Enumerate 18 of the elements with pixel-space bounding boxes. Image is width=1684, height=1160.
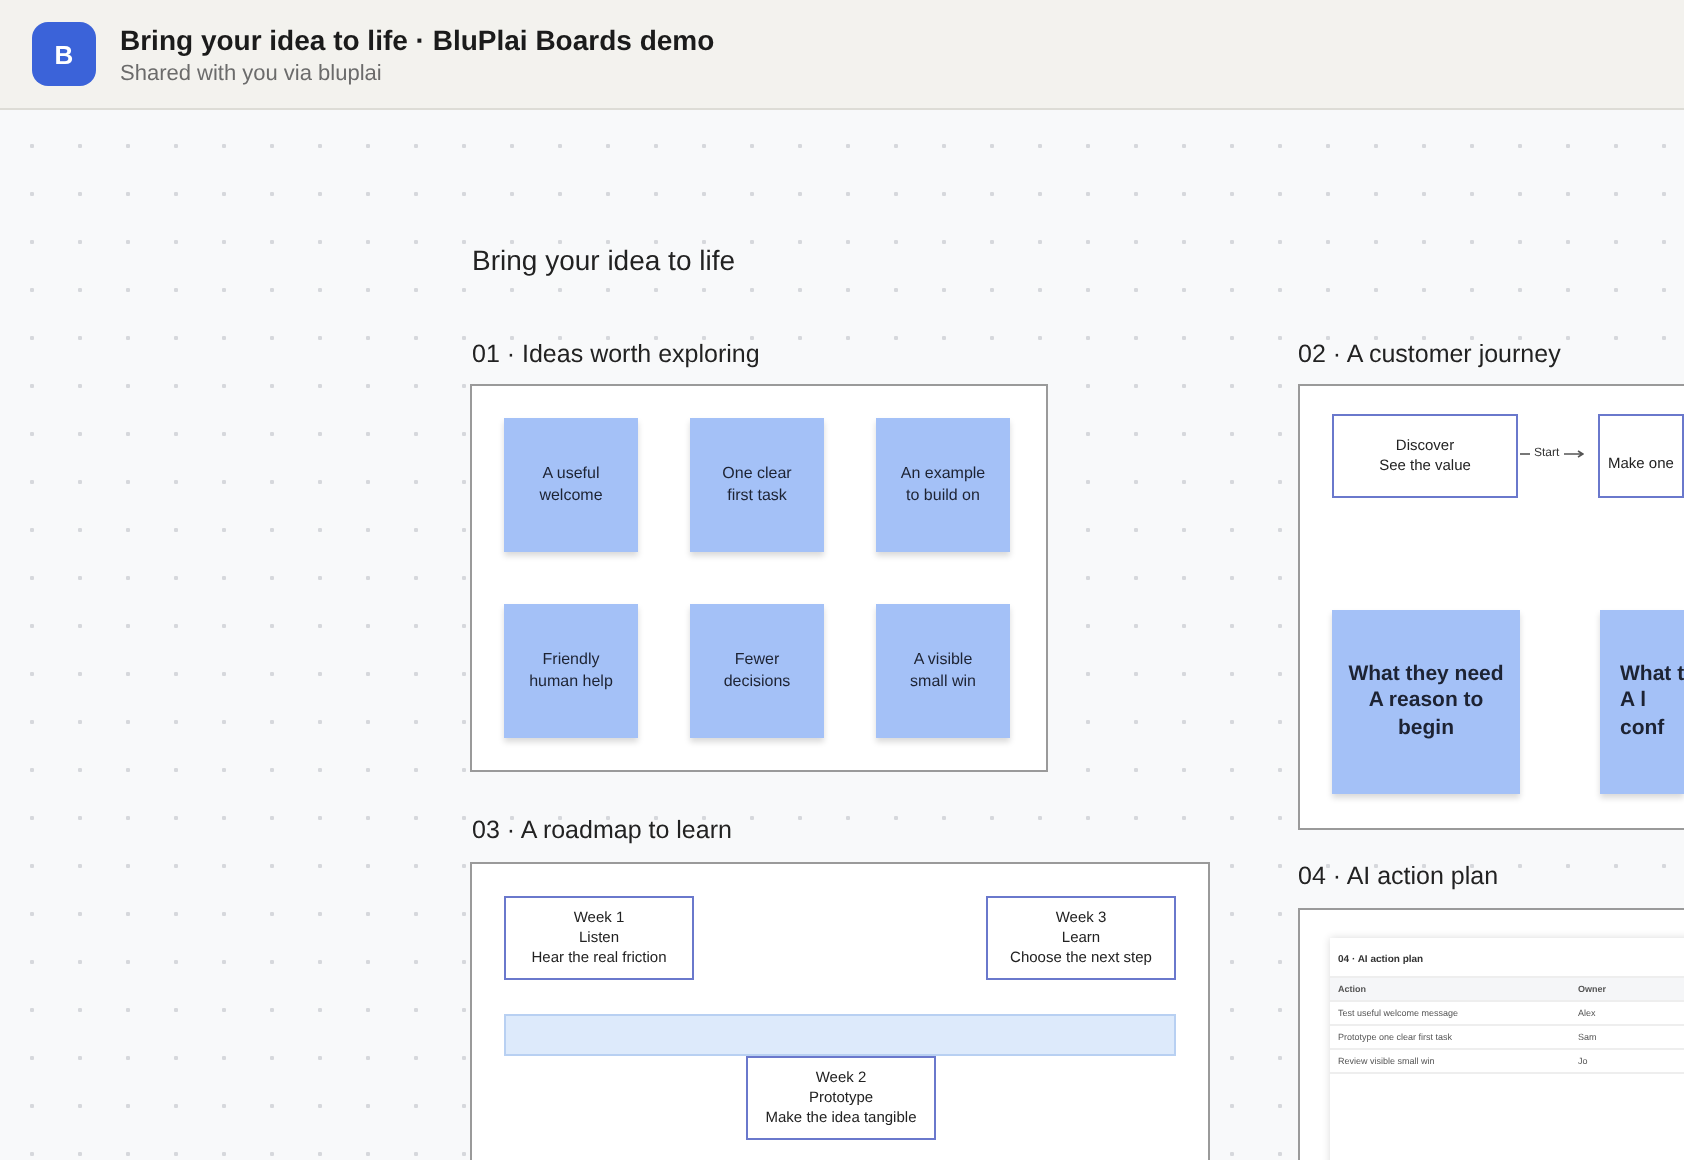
frame-title: 01 · Ideas worth exploring xyxy=(472,340,760,368)
sticky-note[interactable]: Friendly human help xyxy=(504,604,638,738)
sticky-note[interactable]: Fewer decisions xyxy=(690,604,824,738)
sticky-note[interactable]: What t A l conf xyxy=(1600,610,1684,794)
board-logo: B xyxy=(32,22,96,86)
frame-title: 04 · AI action plan xyxy=(1298,862,1499,890)
share-note: Shared with you via bluplai xyxy=(120,61,384,85)
arrow-icon xyxy=(1563,450,1584,458)
sticky-note[interactable]: What they need A reason to begin xyxy=(1332,610,1520,794)
sticky-note[interactable]: A visible small win xyxy=(876,604,1010,738)
sticky-note[interactable]: An example to build on xyxy=(876,418,1010,552)
board-title: Bring your idea to life · BluPlai Boards demo xyxy=(120,23,715,55)
canvas-title: Bring your idea to life xyxy=(472,244,736,276)
frame-title: 03 · A roadmap to learn xyxy=(472,816,732,844)
connector-line xyxy=(1520,450,1530,458)
sticky-note[interactable]: One clear first task xyxy=(690,418,824,552)
frame-title: 02 · A customer journey xyxy=(1298,340,1561,368)
sticky-note[interactable]: A useful welcome xyxy=(504,418,638,552)
